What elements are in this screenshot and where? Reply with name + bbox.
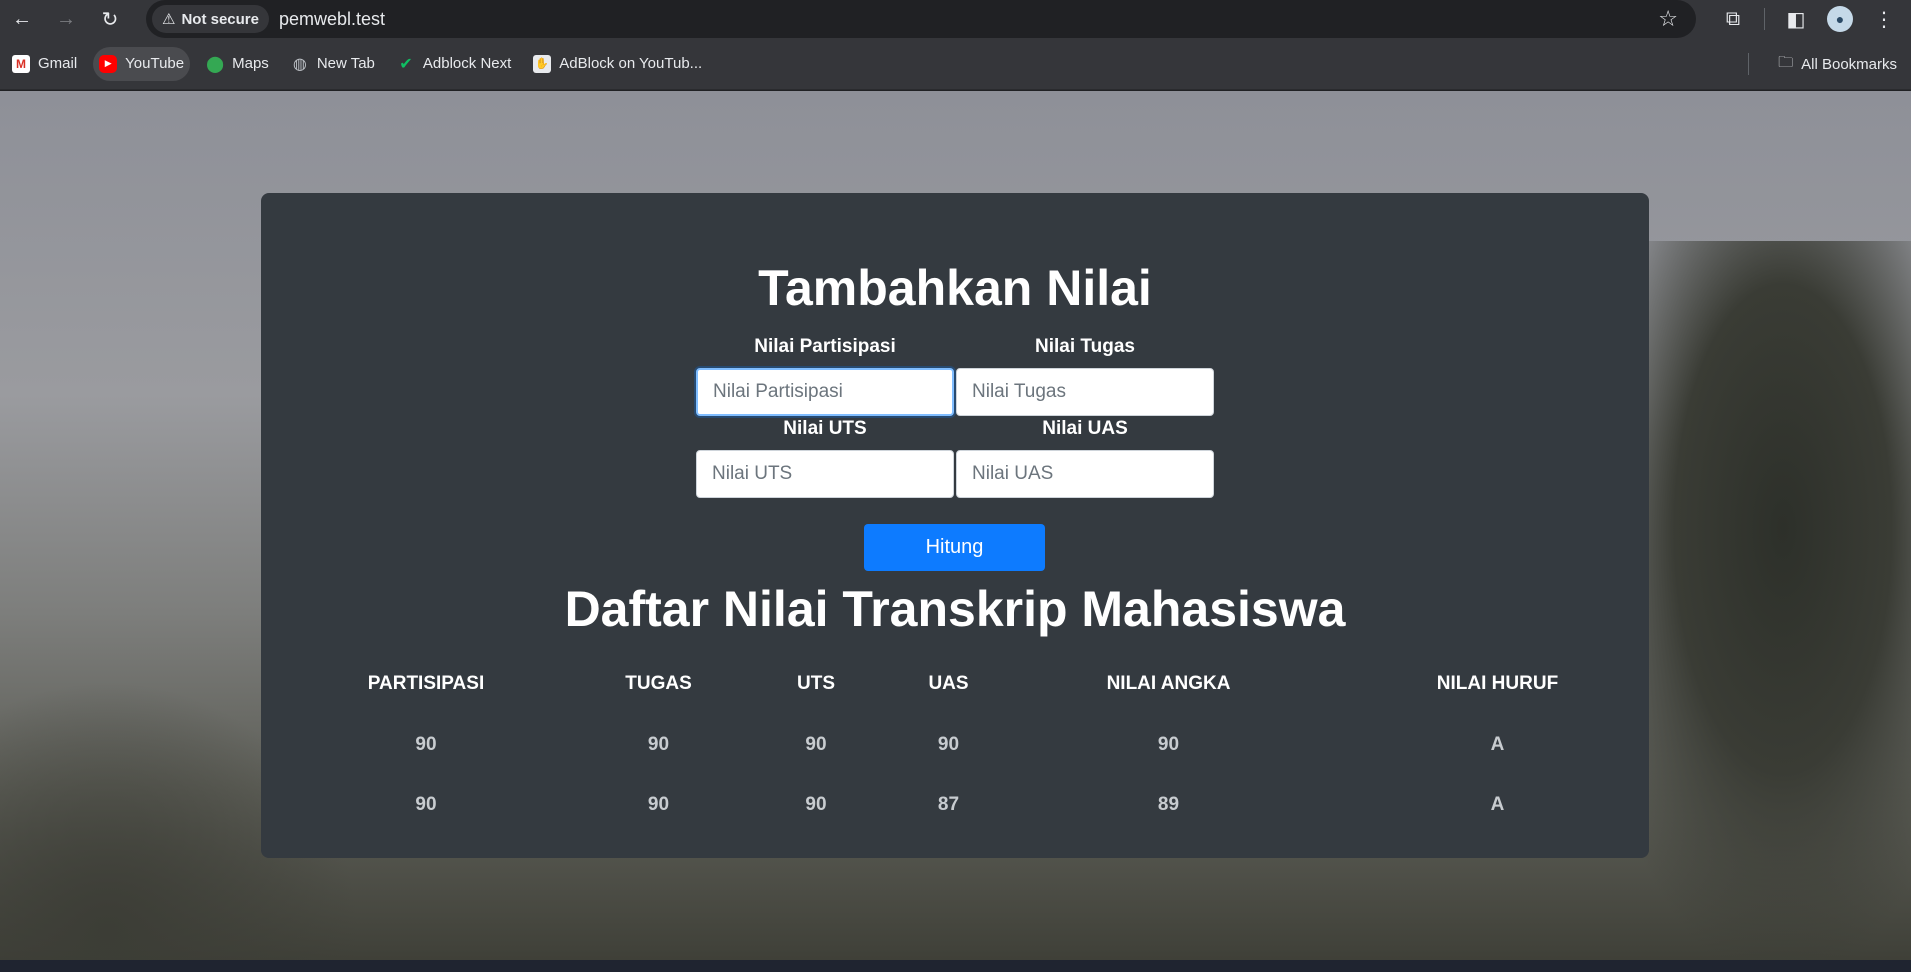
field-label: Nilai Tugas [1035, 336, 1135, 357]
uas-input[interactable] [956, 450, 1214, 498]
youtube-icon: ▶ [99, 54, 118, 73]
column-header: NILAI HURUF [1436, 673, 1559, 694]
side-panel-icon[interactable]: ◧ [1783, 7, 1809, 32]
partisipasi-input[interactable] [696, 368, 954, 416]
address-bar[interactable]: ⚠ Not secure pemwebl.test ☆ [146, 0, 1696, 38]
bookmarks-divider [1748, 53, 1749, 75]
back-arrow-icon[interactable]: ← [0, 0, 44, 38]
form-title: Tambahkan Nilai [758, 260, 1152, 316]
browser-toolbar: ← → ↻ ⚠ Not secure pemwebl.test ☆ ⧉ ◧ ● … [0, 0, 1911, 38]
column-header: UAS [928, 673, 969, 694]
url-text[interactable]: pemwebl.test [279, 9, 385, 30]
extensions-icon[interactable]: ⧉ [1720, 8, 1746, 31]
bookmark-label: New Tab [316, 55, 375, 72]
table-cell: 90 [647, 794, 670, 815]
field-label: Nilai UTS [783, 418, 867, 439]
bookmark-star-icon[interactable]: ☆ [1658, 6, 1678, 32]
folder-icon: 🗀 [1778, 53, 1794, 71]
table-cell: 90 [647, 734, 670, 755]
field-partisipasi: Nilai Partisipasi [696, 336, 954, 416]
all-bookmarks-button[interactable]: 🗀 All Bookmarks [1778, 38, 1897, 90]
grade-card: Tambahkan Nilai Nilai Partisipasi Nilai … [261, 193, 1649, 858]
bookmark-label: Maps [232, 55, 269, 72]
table-row: 90 90 90 87 89 A [261, 775, 1649, 835]
os-taskbar [0, 960, 1911, 972]
column-header: NILAI ANGKA [1106, 673, 1231, 694]
toolbar-divider [1764, 8, 1765, 30]
table-header-row: PARTISIPASI TUGAS UTS UAS NILAI ANGKA NI… [261, 653, 1649, 715]
adblock-youtube-icon: ✋ [533, 54, 552, 73]
transcript-title: Daftar Nilai Transkrip Mahasiswa [564, 581, 1346, 637]
maps-icon: ⬤ [206, 55, 225, 73]
table-cell: A [1490, 734, 1505, 755]
reload-icon[interactable]: ↻ [88, 0, 132, 38]
field-label: Nilai Partisipasi [754, 336, 896, 357]
bookmark-adblock-next[interactable]: ✔ Adblock Next [391, 47, 517, 81]
bookmark-label: Gmail [38, 55, 78, 72]
forward-arrow-icon[interactable]: → [44, 0, 88, 38]
table-cell: 90 [415, 734, 437, 755]
profile-avatar[interactable]: ● [1827, 6, 1853, 32]
column-header: TUGAS [625, 673, 692, 694]
bookmark-label: YouTube [125, 55, 185, 72]
bookmark-label: AdBlock on YouTub... [559, 55, 703, 72]
security-label: Not secure [181, 10, 259, 28]
bookmark-gmail[interactable]: M Gmail [6, 47, 83, 81]
field-uas: Nilai UAS [956, 418, 1214, 498]
table-cell: 90 [937, 734, 960, 755]
page-viewport: Tambahkan Nilai Nilai Partisipasi Nilai … [0, 91, 1911, 960]
bookmark-new-tab[interactable]: ◍ New Tab [285, 47, 381, 81]
menu-kebab-icon[interactable]: ⋮ [1871, 7, 1897, 32]
table-row: 90 90 90 90 90 A [261, 715, 1649, 775]
table-cell: 87 [937, 794, 960, 815]
bookmark-maps[interactable]: ⬤ Maps [200, 47, 275, 81]
adblock-next-icon: ✔ [399, 55, 413, 73]
table-cell: 90 [415, 794, 437, 815]
table-cell: A [1490, 794, 1505, 815]
table-cell: 90 [805, 734, 827, 755]
hitung-button[interactable]: Hitung [864, 524, 1045, 571]
column-header: PARTISIPASI [367, 673, 485, 694]
tugas-input[interactable] [956, 368, 1214, 416]
table-cell: 89 [1157, 794, 1180, 815]
security-chip[interactable]: ⚠ Not secure [152, 5, 269, 33]
column-header: UTS [797, 673, 835, 694]
transcript-table: PARTISIPASI TUGAS UTS UAS NILAI ANGKA NI… [261, 653, 1649, 835]
gmail-icon: M [12, 54, 30, 73]
bookmark-youtube[interactable]: ▶ YouTube [93, 46, 191, 81]
field-label: Nilai UAS [1042, 418, 1128, 439]
bookmarks-bar: M Gmail ▶ YouTube ⬤ Maps ◍ New Tab ✔ Adb… [0, 38, 1911, 90]
table-cell: 90 [805, 794, 827, 815]
uts-input[interactable] [696, 450, 954, 498]
bookmark-label: Adblock Next [422, 55, 512, 72]
table-cell: 90 [1157, 734, 1180, 755]
bookmark-adblock-youtube[interactable]: ✋ AdBlock on YouTub... [527, 47, 708, 81]
field-tugas: Nilai Tugas [956, 336, 1214, 416]
field-uts: Nilai UTS [696, 418, 954, 498]
all-bookmarks-label: All Bookmarks [1801, 55, 1897, 73]
warning-icon: ⚠ [162, 11, 176, 28]
globe-icon: ◍ [292, 55, 307, 73]
